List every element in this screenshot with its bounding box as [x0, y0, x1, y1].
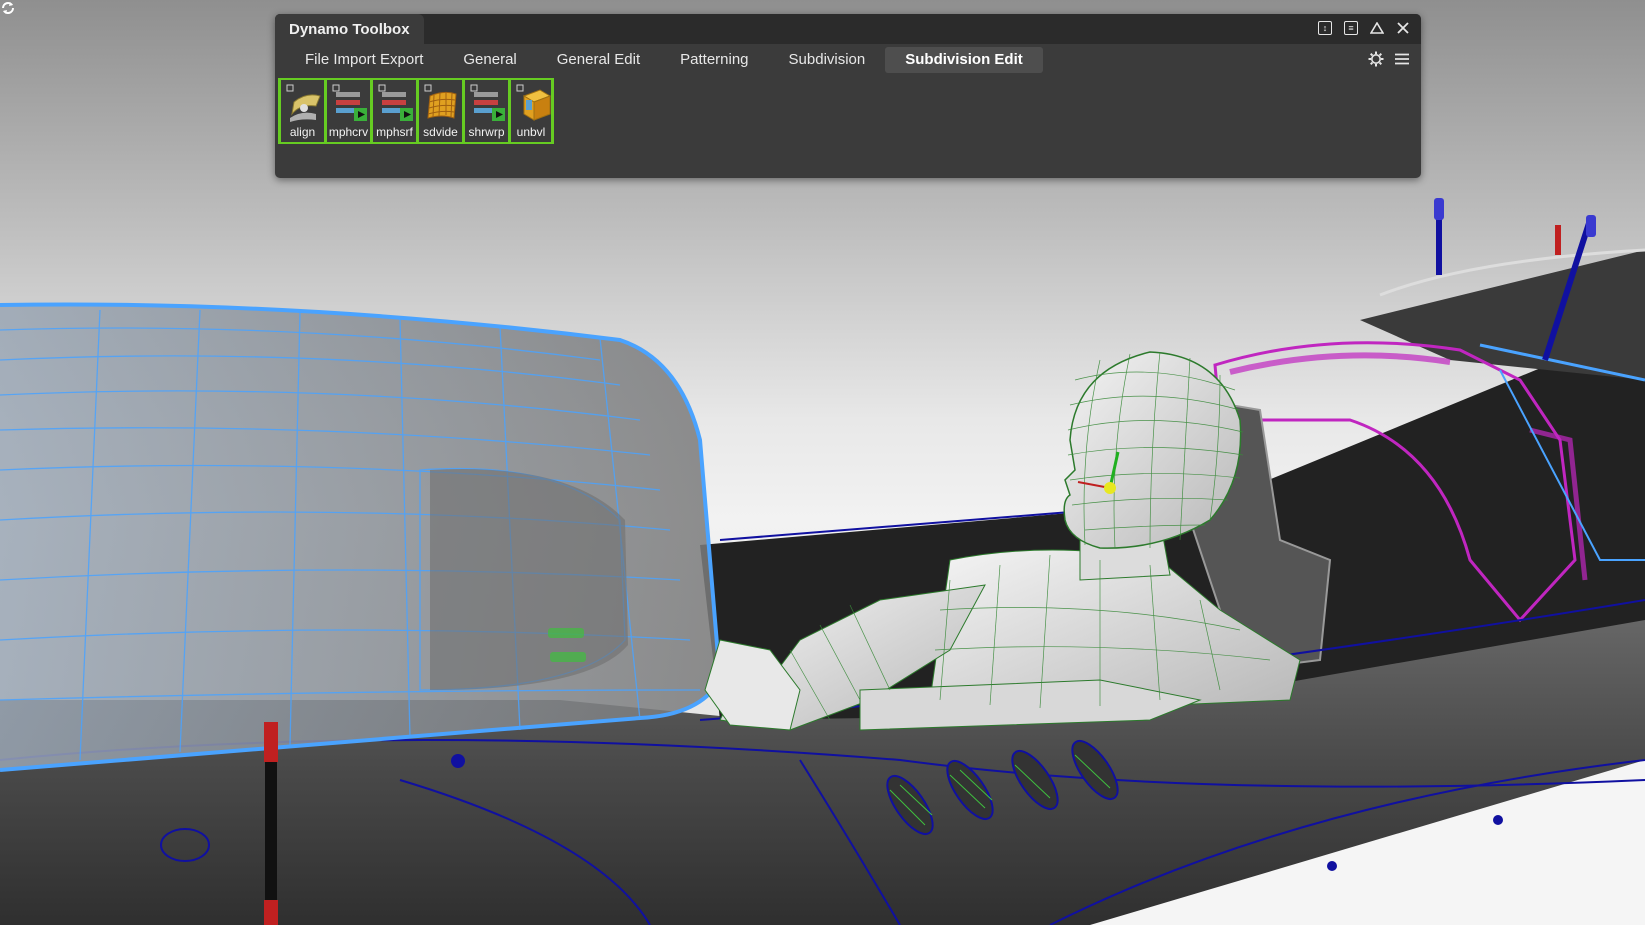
- tabs-menu-button[interactable]: [1393, 50, 1411, 68]
- shelf-label: shrwrp: [468, 125, 505, 139]
- shelf-button-shrwrp[interactable]: shrwrp: [462, 78, 508, 144]
- list-icon: ≡: [1344, 21, 1358, 35]
- sdvide-icon: [424, 84, 457, 119]
- tab-patterning[interactable]: Patterning: [660, 47, 768, 73]
- shelf-label: mphsrf: [376, 125, 413, 139]
- panel-menu-button[interactable]: ≡: [1341, 18, 1361, 38]
- dynamo-toolbox-panel[interactable]: Dynamo Toolbox ↕ ≡ File Import Export Ge…: [275, 14, 1421, 178]
- settings-button[interactable]: [1367, 50, 1385, 68]
- shelf-button-unbvl[interactable]: unbvl: [508, 78, 554, 144]
- shelf-button-sdvide[interactable]: sdvide: [416, 78, 462, 144]
- panel-title[interactable]: Dynamo Toolbox: [275, 14, 424, 44]
- shelf-button-align[interactable]: align: [278, 78, 324, 144]
- hamburger-icon: [1395, 53, 1409, 65]
- tab-file-import-export[interactable]: File Import Export: [285, 47, 443, 73]
- tab-subdivision-edit[interactable]: Subdivision Edit: [885, 47, 1043, 73]
- tool-shelf: align mphcrv mphsrf sdvide shrwrp unbvl: [278, 78, 554, 158]
- shelf-label: sdvide: [423, 125, 458, 139]
- shelf-button-mphcrv[interactable]: mphcrv: [324, 78, 370, 144]
- shelf-label: align: [289, 125, 316, 139]
- shelf-button-mphsrf[interactable]: mphsrf: [370, 78, 416, 144]
- mphsrf-icon: [378, 84, 413, 121]
- window-controls: ↕ ≡: [1315, 18, 1413, 40]
- gear-icon: [1368, 51, 1384, 67]
- shelf-tabs: File Import Export General General Edit …: [285, 46, 1043, 74]
- dock-toggle-button[interactable]: ↕: [1315, 18, 1335, 38]
- dock-icon: ↕: [1318, 21, 1332, 35]
- shrwrp-icon: [470, 84, 505, 121]
- shelf-label: mphcrv: [328, 125, 369, 139]
- panel-titlebar[interactable]: Dynamo Toolbox ↕ ≡: [275, 14, 1421, 44]
- tab-general[interactable]: General: [443, 47, 536, 73]
- tab-general-edit[interactable]: General Edit: [537, 47, 660, 73]
- close-icon: [1397, 22, 1409, 34]
- triangle-up-icon: [1370, 22, 1384, 34]
- mphcrv-icon: [332, 84, 367, 121]
- shelf-label: unbvl: [516, 125, 546, 139]
- unbvl-icon: [516, 84, 552, 121]
- close-button[interactable]: [1393, 18, 1413, 38]
- align-icon: [286, 84, 321, 122]
- collapse-button[interactable]: [1367, 18, 1387, 38]
- orbit-cursor-icon: [2, 2, 14, 14]
- tab-tools: [1367, 50, 1411, 68]
- tab-subdivision[interactable]: Subdivision: [769, 47, 886, 73]
